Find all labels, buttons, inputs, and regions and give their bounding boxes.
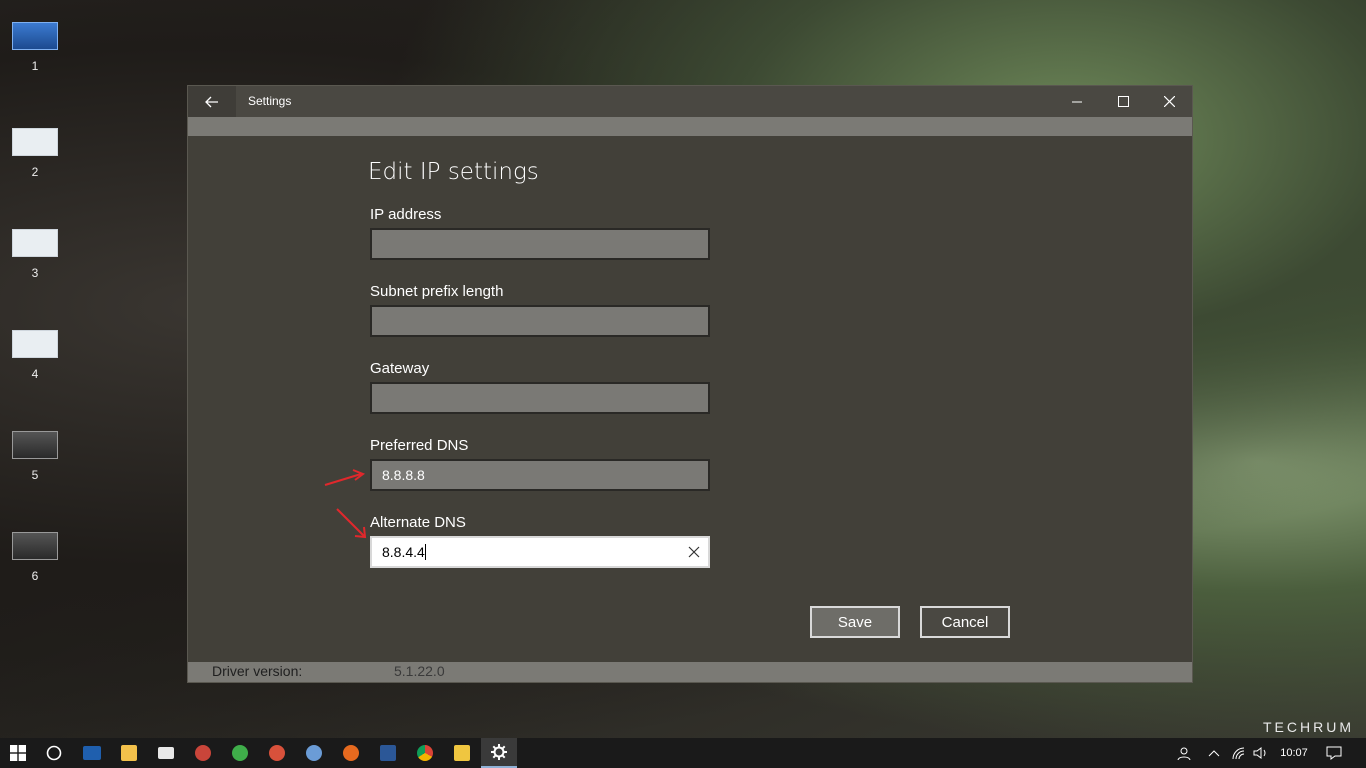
desktop-preview [12,22,58,50]
desktop-preview [12,431,58,459]
mail-icon [158,747,174,759]
gateway-label: Gateway [370,360,430,377]
taskbar-app-mail[interactable] [148,738,184,768]
notification-icon [1326,746,1342,760]
app-red-icon [195,745,211,761]
settings-window: Settings Edit IP settings IP address Sub… [187,85,1193,683]
wifi-icon [1232,747,1245,760]
taskbar-app-word[interactable] [370,738,406,768]
taskbar-app-file-explorer[interactable] [111,738,147,768]
clock[interactable]: 10:07 [1274,738,1314,768]
taskbar: 10:07 [0,738,1366,768]
app-green-icon [232,745,248,761]
clear-icon[interactable] [688,546,700,558]
desktop-preview [12,229,58,257]
gear-icon [491,744,507,760]
desktop-number: 6 [31,569,39,583]
taskbar-app-palette[interactable] [296,738,332,768]
maximize-button[interactable] [1100,86,1146,117]
driver-version-label: Driver version: [212,663,303,679]
taskbar-app-chrome[interactable] [407,738,443,768]
taskbar-app-media[interactable] [444,738,480,768]
minimize-icon [1072,101,1082,102]
taskbar-app-settings[interactable] [481,738,517,768]
desktop-number: 5 [31,468,39,482]
dialog-title: Edit IP settings [368,159,539,185]
chevron-up-icon [1208,750,1220,757]
subnet-prefix-label: Subnet prefix length [370,283,504,300]
minimize-button[interactable] [1054,86,1100,117]
annotation-arrow-icon [336,508,367,539]
tv-app-icon [83,746,101,760]
driver-version-row: Driver version: 5.1.22.0 [188,662,1192,682]
folder-icon [121,745,137,761]
desktop-preview [12,128,58,156]
chrome-icon [417,745,433,761]
word-icon [380,745,396,761]
subnet-prefix-input[interactable] [370,305,710,337]
network-button[interactable] [1228,738,1250,768]
taskbar-app-red[interactable] [185,738,221,768]
desktop-number: 1 [31,59,39,73]
gateway-input[interactable] [370,382,710,414]
start-button[interactable] [0,738,36,768]
desktop-thumb-1[interactable]: 1 [12,22,58,73]
desktop-thumb-3[interactable]: 3 [12,229,58,280]
desktop-thumb-5[interactable]: 5 [12,431,58,482]
title-bar: Settings [188,86,1192,117]
text-caret [424,544,426,560]
alternate-dns-input[interactable]: 8.8.4.4 [370,536,710,568]
annotation-arrow-icon [324,469,366,486]
firefox-icon [343,745,359,761]
ip-address-label: IP address [370,206,442,223]
alternate-dns-value: 8.8.4.4 [382,544,425,560]
save-button[interactable]: Save [810,606,900,638]
desktop-thumb-4[interactable]: 4 [12,330,58,381]
close-icon [1163,96,1175,107]
desktop-preview [12,532,58,560]
header-strip [188,117,1192,136]
people-button[interactable] [1172,738,1196,768]
people-icon [1177,747,1191,760]
show-hidden-icons-button[interactable] [1202,738,1226,768]
desktop-number: 3 [31,266,39,280]
desktop-thumb-2[interactable]: 2 [12,128,58,179]
preferred-dns-input[interactable]: 8.8.8.8 [370,459,710,491]
preferred-dns-label: Preferred DNS [370,437,469,454]
speaker-icon [1253,747,1266,759]
back-button[interactable] [188,86,236,117]
media-player-icon [454,745,470,761]
window-title: Settings [248,94,292,108]
desktop-number: 4 [31,367,39,381]
palette-icon [306,745,322,761]
volume-button[interactable] [1250,738,1272,768]
close-button[interactable] [1146,86,1192,117]
alternate-dns-label: Alternate DNS [370,514,466,531]
watermark-logo: TECHRUM [1263,719,1354,735]
windows-logo-icon [10,745,26,761]
taskbar-app-gotv[interactable] [74,738,110,768]
driver-version-value: 5.1.22.0 [394,663,445,679]
maximize-icon [1117,96,1129,107]
action-center-button[interactable] [1322,738,1346,768]
desktop-preview [12,330,58,358]
taskbar-app-swirl[interactable] [259,738,295,768]
back-arrow-icon [205,96,218,107]
cortana-circle-icon [46,745,62,761]
taskbar-app-green[interactable] [222,738,258,768]
taskbar-app-firefox[interactable] [333,738,369,768]
app-swirl-icon [269,745,285,761]
preferred-dns-value: 8.8.8.8 [382,467,425,483]
cortana-button[interactable] [36,738,72,768]
desktop-number: 2 [31,165,39,179]
desktop-thumb-6[interactable]: 6 [12,532,58,583]
cancel-button[interactable]: Cancel [920,606,1010,638]
ip-address-input[interactable] [370,228,710,260]
